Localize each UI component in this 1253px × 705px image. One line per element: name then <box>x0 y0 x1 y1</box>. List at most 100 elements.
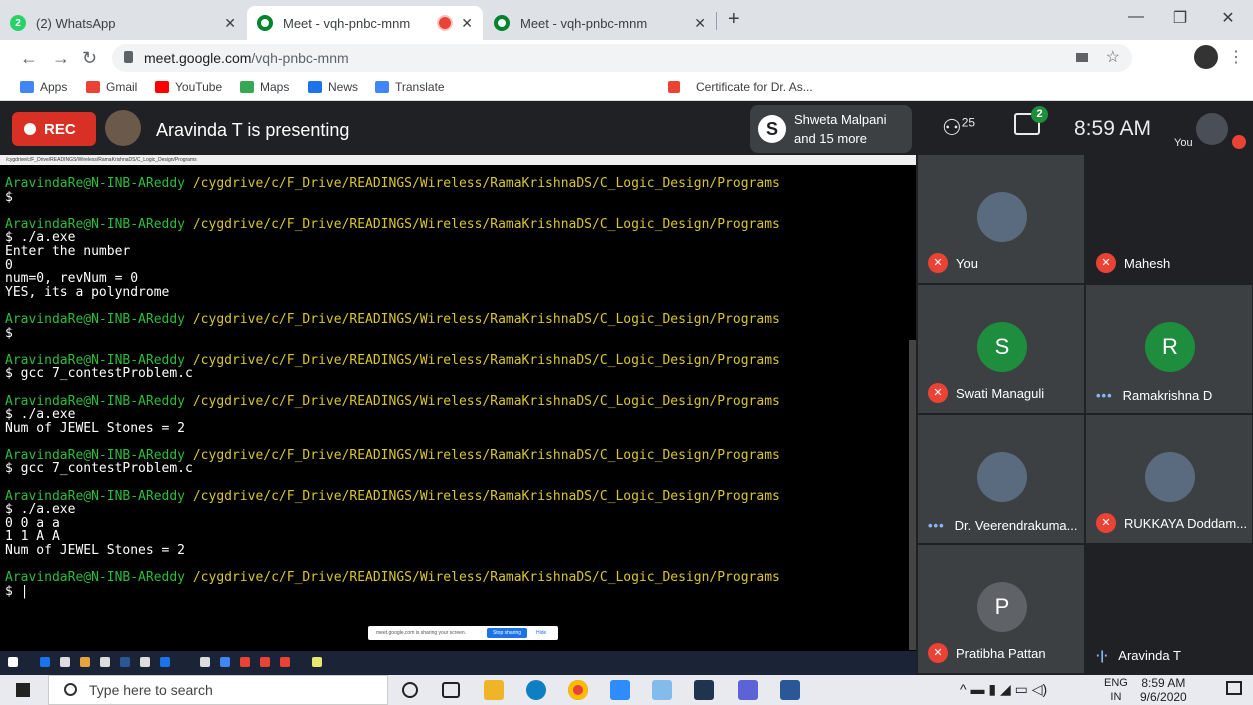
participant-tile[interactable]: P ✕ Pratibha Pattan <box>918 545 1084 673</box>
participant-tile[interactable]: ✕ You <box>918 155 1084 283</box>
app-icon[interactable] <box>694 680 714 700</box>
close-icon[interactable]: ✕ <box>461 15 473 32</box>
visual-studio-icon[interactable] <box>738 680 758 700</box>
tab-whatsapp[interactable]: 2 (2) WhatsApp ✕ <box>0 6 246 40</box>
taskbar-clock[interactable]: 8:59 AM 9/6/2020 <box>1140 676 1187 704</box>
new-tab-button[interactable]: + <box>728 8 740 31</box>
participant-tile[interactable]: ✕ RUKKAYA Doddam... <box>1086 415 1252 543</box>
taskbar-search[interactable]: Type here to search <box>48 675 388 705</box>
people-button[interactable]: ⚇25 <box>942 115 975 141</box>
viewers-chip[interactable]: S Shweta Malpani and 15 more <box>750 105 912 153</box>
terminal-line: 1 1 A A <box>5 529 60 545</box>
task-view-icon[interactable] <box>442 682 460 698</box>
presentation-view: /cygdrive/c/F_Drive/READINGS/Wireless/Ra… <box>0 155 916 675</box>
hide-button[interactable]: Hide <box>536 626 546 640</box>
bookmark-youtube[interactable]: YouTube <box>155 80 222 94</box>
address-bar[interactable]: meet.google.com/vqh-pnbc-mnm ☆ <box>112 44 1132 72</box>
app-icon <box>140 657 150 667</box>
terminal-line: AravindaRe@N-INB-AReddy /cygdrive/c/F_Dr… <box>5 571 905 585</box>
tab-meet-active[interactable]: Meet - vqh-pnbc-mnm ✕ <box>247 6 483 40</box>
minimize-icon[interactable]: — <box>1116 8 1156 26</box>
forward-icon[interactable]: → <box>52 48 70 69</box>
restore-icon[interactable]: ❐ <box>1160 8 1200 28</box>
bookmark-gmail[interactable]: Gmail <box>86 80 137 94</box>
screen-share-notice: meet.google.com is sharing your screen. … <box>368 626 558 640</box>
bookmark-apps[interactable]: Apps <box>20 80 67 94</box>
participant-tile[interactable]: S ✕ Swati Managuli <box>918 285 1084 413</box>
presenter-avatar <box>105 110 141 146</box>
mic-off-icon <box>1232 135 1246 149</box>
bookmark-translate[interactable]: Translate <box>375 80 445 94</box>
zoom-icon[interactable] <box>610 680 630 700</box>
app-icon <box>80 657 90 667</box>
self-avatar[interactable] <box>1196 113 1228 145</box>
app-icon <box>312 657 322 667</box>
profile-avatar[interactable] <box>1194 45 1218 69</box>
app-icon <box>120 657 130 667</box>
file-explorer-icon[interactable] <box>484 680 504 700</box>
participant-avatar: R <box>1145 322 1195 372</box>
language-indicator[interactable]: ENG IN <box>1104 676 1128 704</box>
bookmark-certificate[interactable]: Certificate for Dr. As... <box>668 80 813 94</box>
back-icon[interactable]: ← <box>20 48 38 69</box>
rec-dot-icon <box>24 123 36 135</box>
viewer-logo-icon: S <box>758 115 786 143</box>
terminal-line: $ <box>5 189 13 205</box>
scrollbar[interactable] <box>909 340 916 650</box>
reload-icon[interactable]: ↻ <box>82 48 97 69</box>
terminal-line: AravindaRe@N-INB-AReddy /cygdrive/c/F_Dr… <box>5 394 905 409</box>
edge-icon[interactable] <box>526 680 546 700</box>
recording-dot-icon <box>439 17 451 29</box>
windows-start-icon[interactable] <box>16 683 30 697</box>
participant-name: RUKKAYA Doddam... <box>1124 515 1248 531</box>
star-icon[interactable]: ☆ <box>1106 47 1120 67</box>
bookmark-news[interactable]: News <box>308 80 358 94</box>
terminal-line: $ gcc 7_contestProblem.c <box>5 461 193 477</box>
chat-button[interactable]: 2 <box>1014 106 1048 135</box>
bookmarks-bar: Apps Gmail YouTube Maps News Translate C… <box>0 76 1253 101</box>
participant-name-row: ·|· Aravinda T <box>1096 648 1248 663</box>
window-icon[interactable] <box>652 680 672 700</box>
participant-name-row: ••• Dr. Veerendrakuma... <box>928 518 1080 533</box>
camera-icon[interactable] <box>1076 53 1088 62</box>
participant-tile[interactable]: ••• Dr. Veerendrakuma... <box>918 415 1084 543</box>
terminal-line: $ | <box>5 583 29 599</box>
stop-sharing-button[interactable]: Stop sharing <box>487 628 527 638</box>
cortana-icon[interactable] <box>402 682 418 698</box>
tab-meet[interactable]: Meet - vqh-pnbc-mnm ✕ <box>484 6 716 40</box>
word-icon[interactable] <box>780 680 800 700</box>
you-label: You <box>1174 137 1193 149</box>
participant-name: Ramakrishna D <box>1122 388 1213 403</box>
participant-tile[interactable]: ✕ Mahesh <box>1086 155 1252 283</box>
presenting-text: Aravinda T is presenting <box>156 120 350 140</box>
terminal-line: $ <box>5 325 13 341</box>
participant-name: Mahesh <box>1124 255 1171 271</box>
prompt-path: /cygdrive/c/F_Drive/READINGS/Wireless/Ra… <box>185 216 780 232</box>
prompt-path: /cygdrive/c/F_Drive/READINGS/Wireless/Ra… <box>185 447 780 463</box>
bookmark-maps[interactable]: Maps <box>240 80 289 94</box>
participant-name: You <box>956 255 978 271</box>
notification-icon[interactable] <box>1226 681 1242 695</box>
terminal-line: 0 0 a a <box>5 515 60 531</box>
chrome-icon[interactable] <box>568 680 588 700</box>
participant-name: Pratibha Pattan <box>956 645 1046 661</box>
close-icon[interactable]: ✕ <box>694 15 706 32</box>
shared-taskbar <box>0 651 916 675</box>
rec-button[interactable]: REC <box>12 112 96 146</box>
participant-tile[interactable]: R ••• Ramakrishna D <box>1086 285 1252 413</box>
audio-dots-icon: ••• <box>1096 388 1113 403</box>
terminal-line: 0 <box>5 257 13 273</box>
close-window-icon[interactable]: ✕ <box>1208 8 1248 28</box>
system-tray-icons[interactable]: ^ ▬ ▮ ◢ ▭ ◁) <box>960 681 1047 698</box>
mic-off-icon: ✕ <box>928 643 948 663</box>
participant-avatar <box>977 452 1027 502</box>
tab-divider <box>716 12 717 30</box>
terminal-line: Enter the number <box>5 243 131 259</box>
participant-avatar: P <box>977 582 1027 632</box>
prompt-path: /cygdrive/c/F_Drive/READINGS/Wireless/Ra… <box>185 176 780 191</box>
menu-icon[interactable]: ⋮ <box>1228 47 1244 67</box>
close-icon[interactable]: ✕ <box>224 15 236 32</box>
participant-tile[interactable]: ·|· Aravinda T <box>1086 545 1252 673</box>
